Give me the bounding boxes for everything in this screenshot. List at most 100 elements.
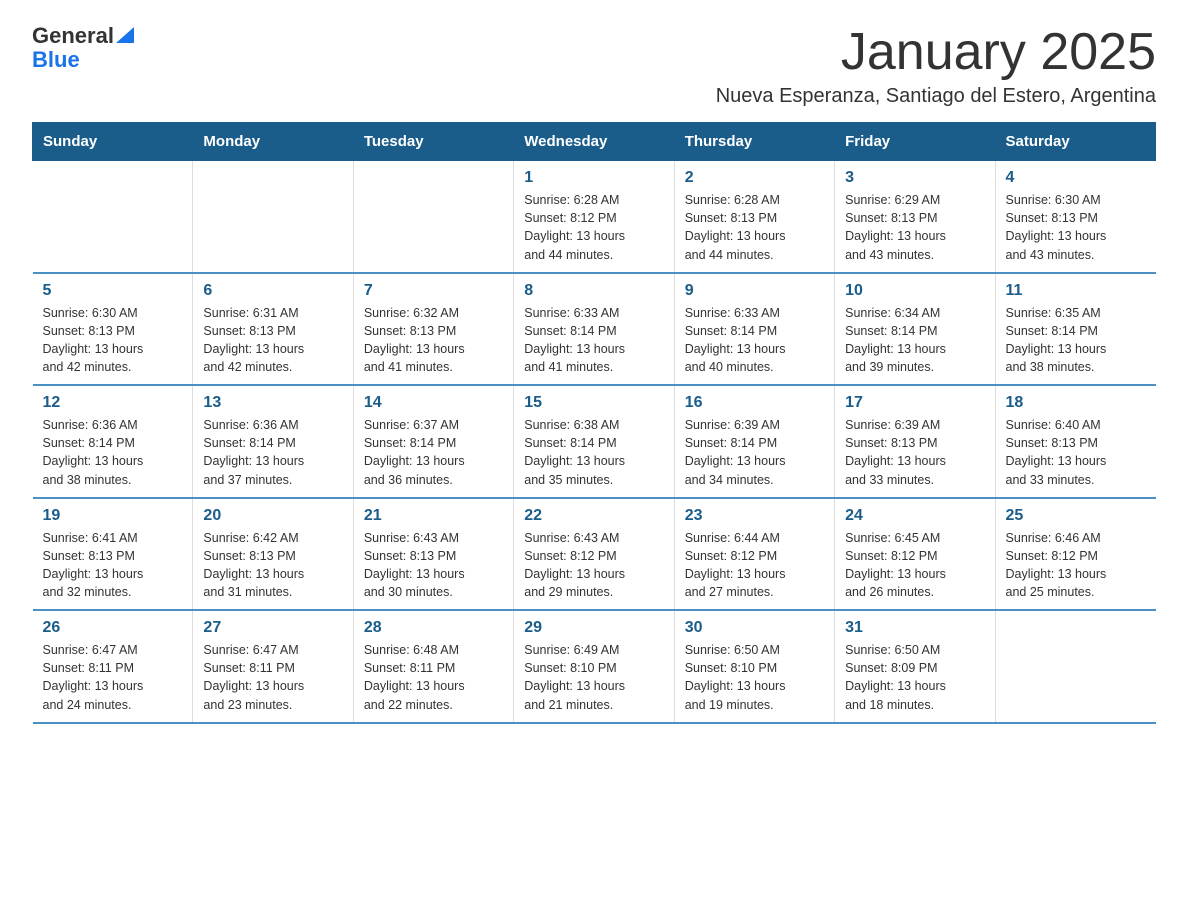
calendar-cell-w2-d2: 7 Sunrise: 6:32 AM Sunset: 8:13 PM Daylig… <box>353 273 513 386</box>
day-number: 1 <box>524 169 663 187</box>
header: General Blue January 2025 Nueva Esperanz… <box>32 24 1156 108</box>
logo: General Blue <box>32 24 134 72</box>
subtitle: Nueva Esperanza, Santiago del Estero, Ar… <box>716 85 1156 108</box>
calendar-cell-w3-d6: 18 Sunrise: 6:40 AM Sunset: 8:13 PM Dayli… <box>995 385 1155 498</box>
day-info: Sunrise: 6:36 AM Sunset: 8:14 PM Dayligh… <box>203 416 342 489</box>
calendar-cell-w2-d4: 9Sunrise: 6:33 AM Sunset: 8:14 PM Daylig… <box>674 273 834 386</box>
day-info: Sunrise: 6:31 AM Sunset: 8:13 PM Dayligh… <box>203 304 342 377</box>
day-info: Sunrise: 6:30 AM Sunset: 8:13 PM Dayligh… <box>43 304 183 377</box>
calendar-cell-w1-d2 <box>353 161 513 273</box>
calendar-cell-w4-d1: 20 Sunrise: 6:42 AM Sunset: 8:13 PM Dayli… <box>193 498 353 611</box>
day-number: 18 <box>1006 394 1146 412</box>
day-number: 24 <box>845 507 984 525</box>
calendar-cell-w5-d6 <box>995 610 1155 723</box>
calendar-cell-w2-d1: 6 Sunrise: 6:31 AM Sunset: 8:13 PM Daylig… <box>193 273 353 386</box>
day-info: Sunrise: 6:43 AM Sunset: 8:13 PM Dayligh… <box>364 529 503 602</box>
day-info: Sunrise: 6:45 AM Sunset: 8:12 PM Dayligh… <box>845 529 984 602</box>
calendar-cell-w3-d3: 15 Sunrise: 6:38 AM Sunset: 8:14 PM Dayli… <box>514 385 674 498</box>
day-info: Sunrise: 6:33 AM Sunset: 8:14 PM Dayligh… <box>524 304 663 377</box>
day-info: Sunrise: 6:50 AM Sunset: 8:10 PM Dayligh… <box>685 641 824 714</box>
day-info: Sunrise: 6:41 AM Sunset: 8:13 PM Dayligh… <box>43 529 183 602</box>
day-number: 17 <box>845 394 984 412</box>
day-number: 8 <box>524 282 663 300</box>
day-number: 31 <box>845 619 984 637</box>
calendar-body: 1 Sunrise: 6:28 AM Sunset: 8:12 PM Daylig… <box>33 161 1156 723</box>
day-number: 13 <box>203 394 342 412</box>
day-number: 16 <box>685 394 824 412</box>
logo-blue: Blue <box>32 48 80 72</box>
day-info: Sunrise: 6:28 AM Sunset: 8:12 PM Dayligh… <box>524 191 663 264</box>
weekday-header-tuesday: Tuesday <box>353 123 513 161</box>
day-number: 3 <box>845 169 984 187</box>
week-row-4: 19 Sunrise: 6:41 AM Sunset: 8:13 PM Dayli… <box>33 498 1156 611</box>
calendar-cell-w5-d5: 31Sunrise: 6:50 AM Sunset: 8:09 PM Dayli… <box>835 610 995 723</box>
day-info: Sunrise: 6:48 AM Sunset: 8:11 PM Dayligh… <box>364 641 503 714</box>
calendar-cell-w4-d3: 22 Sunrise: 6:43 AM Sunset: 8:12 PM Dayli… <box>514 498 674 611</box>
calendar-cell-w3-d0: 12Sunrise: 6:36 AM Sunset: 8:14 PM Dayli… <box>33 385 193 498</box>
day-number: 29 <box>524 619 663 637</box>
calendar-cell-w1-d0 <box>33 161 193 273</box>
main-title: January 2025 <box>716 24 1156 81</box>
logo-general: General <box>32 24 114 48</box>
logo-triangle-icon <box>116 27 134 43</box>
day-info: Sunrise: 6:32 AM Sunset: 8:13 PM Dayligh… <box>364 304 503 377</box>
calendar-cell-w2-d0: 5 Sunrise: 6:30 AM Sunset: 8:13 PM Daylig… <box>33 273 193 386</box>
week-row-1: 1 Sunrise: 6:28 AM Sunset: 8:12 PM Daylig… <box>33 161 1156 273</box>
title-block: January 2025 Nueva Esperanza, Santiago d… <box>716 24 1156 108</box>
week-row-2: 5 Sunrise: 6:30 AM Sunset: 8:13 PM Daylig… <box>33 273 1156 386</box>
day-number: 25 <box>1006 507 1146 525</box>
day-info: Sunrise: 6:29 AM Sunset: 8:13 PM Dayligh… <box>845 191 984 264</box>
calendar-cell-w1-d4: 2Sunrise: 6:28 AM Sunset: 8:13 PM Daylig… <box>674 161 834 273</box>
day-info: Sunrise: 6:30 AM Sunset: 8:13 PM Dayligh… <box>1006 191 1146 264</box>
day-number: 30 <box>685 619 824 637</box>
day-info: Sunrise: 6:47 AM Sunset: 8:11 PM Dayligh… <box>43 641 183 714</box>
day-info: Sunrise: 6:28 AM Sunset: 8:13 PM Dayligh… <box>685 191 824 264</box>
calendar-cell-w5-d4: 30 Sunrise: 6:50 AM Sunset: 8:10 PM Dayli… <box>674 610 834 723</box>
day-number: 15 <box>524 394 663 412</box>
weekday-header-wednesday: Wednesday <box>514 123 674 161</box>
calendar-cell-w5-d2: 28 Sunrise: 6:48 AM Sunset: 8:11 PM Dayli… <box>353 610 513 723</box>
calendar-cell-w5-d1: 27 Sunrise: 6:47 AM Sunset: 8:11 PM Dayli… <box>193 610 353 723</box>
day-number: 22 <box>524 507 663 525</box>
day-info: Sunrise: 6:35 AM Sunset: 8:14 PM Dayligh… <box>1006 304 1146 377</box>
day-number: 23 <box>685 507 824 525</box>
calendar-cell-w4-d6: 25Sunrise: 6:46 AM Sunset: 8:12 PM Dayli… <box>995 498 1155 611</box>
week-row-5: 26 Sunrise: 6:47 AM Sunset: 8:11 PM Dayli… <box>33 610 1156 723</box>
day-info: Sunrise: 6:38 AM Sunset: 8:14 PM Dayligh… <box>524 416 663 489</box>
day-number: 14 <box>364 394 503 412</box>
calendar-cell-w2-d5: 10 Sunrise: 6:34 AM Sunset: 8:14 PM Dayli… <box>835 273 995 386</box>
day-number: 11 <box>1006 282 1146 300</box>
day-number: 20 <box>203 507 342 525</box>
day-info: Sunrise: 6:40 AM Sunset: 8:13 PM Dayligh… <box>1006 416 1146 489</box>
calendar-cell-w1-d3: 1 Sunrise: 6:28 AM Sunset: 8:12 PM Daylig… <box>514 161 674 273</box>
day-info: Sunrise: 6:42 AM Sunset: 8:13 PM Dayligh… <box>203 529 342 602</box>
calendar-cell-w3-d2: 14 Sunrise: 6:37 AM Sunset: 8:14 PM Dayli… <box>353 385 513 498</box>
day-info: Sunrise: 6:43 AM Sunset: 8:12 PM Dayligh… <box>524 529 663 602</box>
day-number: 28 <box>364 619 503 637</box>
day-number: 5 <box>43 282 183 300</box>
day-number: 19 <box>43 507 183 525</box>
calendar-cell-w5-d3: 29Sunrise: 6:49 AM Sunset: 8:10 PM Dayli… <box>514 610 674 723</box>
calendar-cell-w5-d0: 26 Sunrise: 6:47 AM Sunset: 8:11 PM Dayli… <box>33 610 193 723</box>
day-number: 27 <box>203 619 342 637</box>
day-info: Sunrise: 6:47 AM Sunset: 8:11 PM Dayligh… <box>203 641 342 714</box>
day-number: 26 <box>43 619 183 637</box>
weekday-header-friday: Friday <box>835 123 995 161</box>
day-info: Sunrise: 6:37 AM Sunset: 8:14 PM Dayligh… <box>364 416 503 489</box>
day-info: Sunrise: 6:44 AM Sunset: 8:12 PM Dayligh… <box>685 529 824 602</box>
day-number: 7 <box>364 282 503 300</box>
calendar-table: SundayMondayTuesdayWednesdayThursdayFrid… <box>32 122 1156 724</box>
day-info: Sunrise: 6:34 AM Sunset: 8:14 PM Dayligh… <box>845 304 984 377</box>
calendar-cell-w3-d5: 17Sunrise: 6:39 AM Sunset: 8:13 PM Dayli… <box>835 385 995 498</box>
calendar-cell-w2-d6: 11 Sunrise: 6:35 AM Sunset: 8:14 PM Dayli… <box>995 273 1155 386</box>
calendar-cell-w2-d3: 8 Sunrise: 6:33 AM Sunset: 8:14 PM Daylig… <box>514 273 674 386</box>
day-number: 6 <box>203 282 342 300</box>
calendar-cell-w4-d0: 19 Sunrise: 6:41 AM Sunset: 8:13 PM Dayli… <box>33 498 193 611</box>
day-info: Sunrise: 6:33 AM Sunset: 8:14 PM Dayligh… <box>685 304 824 377</box>
calendar-cell-w4-d5: 24 Sunrise: 6:45 AM Sunset: 8:12 PM Dayli… <box>835 498 995 611</box>
day-number: 10 <box>845 282 984 300</box>
calendar-cell-w3-d4: 16Sunrise: 6:39 AM Sunset: 8:14 PM Dayli… <box>674 385 834 498</box>
weekday-header-monday: Monday <box>193 123 353 161</box>
weekday-header-row: SundayMondayTuesdayWednesdayThursdayFrid… <box>33 123 1156 161</box>
day-number: 21 <box>364 507 503 525</box>
